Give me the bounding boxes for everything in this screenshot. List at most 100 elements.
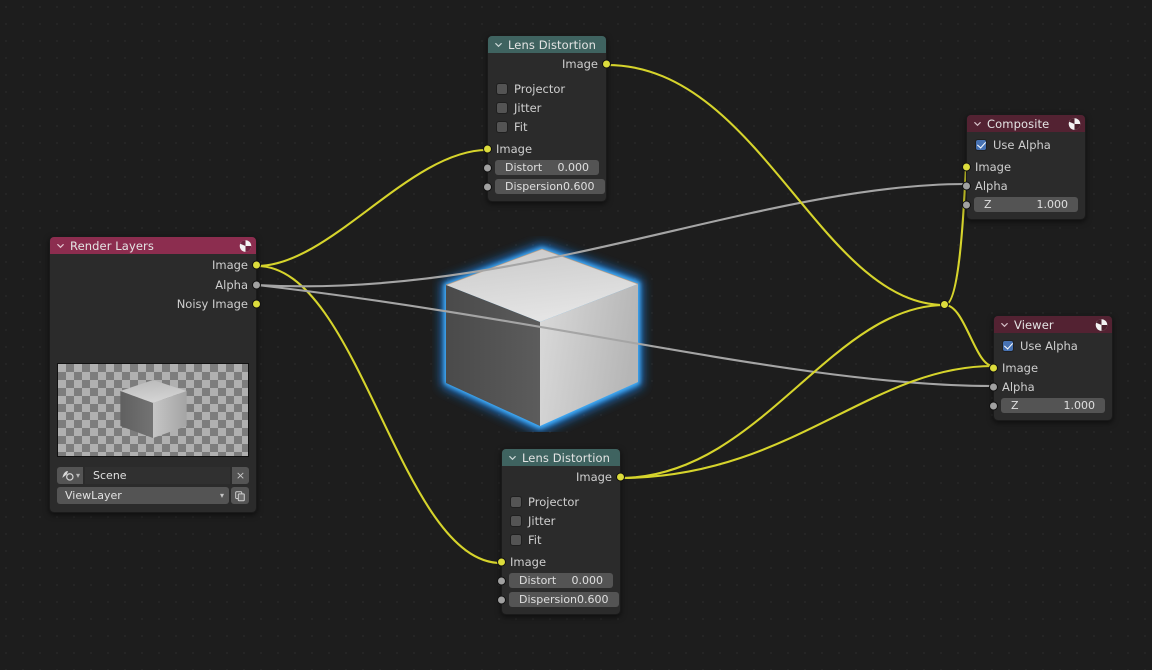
- output-label: Image: [211, 257, 248, 272]
- socket-in-dispersion[interactable]: [483, 182, 492, 191]
- socket-in-alpha[interactable]: [962, 181, 971, 190]
- slider-distort[interactable]: Distort 0.000: [495, 160, 599, 175]
- scene-icon: [62, 471, 74, 481]
- socket-out-image[interactable]: [252, 260, 261, 269]
- link-lens-top-to-reroute: [606, 63, 946, 307]
- field-row-z[interactable]: Z 1.000: [962, 195, 1085, 214]
- link-lens-bottom-to-reroute: [619, 303, 946, 480]
- new-viewlayer-button[interactable]: [231, 487, 249, 504]
- chevron-down-icon[interactable]: ▾: [76, 471, 80, 480]
- socket-in-dispersion[interactable]: [497, 595, 506, 604]
- field-row-z[interactable]: Z 1.000: [989, 396, 1112, 415]
- socket-out-image[interactable]: [602, 59, 611, 68]
- compositing-icon: [239, 239, 252, 252]
- field-value: 0.600: [563, 180, 595, 193]
- socket-in-z[interactable]: [989, 401, 998, 410]
- node-viewer[interactable]: Viewer Use Alpha Image Alpha Z 1.000: [989, 315, 1113, 421]
- output-socket-row-image[interactable]: Image: [50, 254, 261, 275]
- checkbox-row-fit[interactable]: Fit: [488, 117, 606, 136]
- output-label: Noisy Image: [176, 296, 248, 311]
- input-socket-row-image[interactable]: Image: [962, 157, 1085, 176]
- checkbox-use-alpha[interactable]: [975, 138, 987, 151]
- input-socket-row-image[interactable]: Image: [989, 358, 1112, 377]
- checkbox-jitter[interactable]: [510, 514, 522, 527]
- output-socket-row-image[interactable]: Image: [502, 466, 625, 487]
- output-socket-row-alpha[interactable]: Alpha: [50, 275, 261, 294]
- clear-scene-button[interactable]: ×: [232, 467, 249, 484]
- scene-selector-row[interactable]: ▾ Scene ×: [57, 467, 249, 484]
- field-row-distort[interactable]: Distort 0.000: [497, 571, 620, 590]
- socket-in-image[interactable]: [962, 162, 971, 171]
- slider-dispersion[interactable]: Dispersion 0.600: [509, 592, 619, 607]
- viewlayer-selector-row[interactable]: ViewLayer ▾: [57, 487, 249, 504]
- node-lens-distortion-top[interactable]: Lens Distortion Image Projector Jitter F…: [483, 35, 611, 202]
- viewlayer-dropdown[interactable]: ViewLayer ▾: [57, 487, 229, 504]
- chevron-down-icon[interactable]: ▾: [220, 491, 224, 500]
- socket-out-noisy-image[interactable]: [252, 299, 261, 308]
- field-row-dispersion[interactable]: Dispersion 0.600: [497, 590, 620, 609]
- node-header[interactable]: Lens Distortion: [488, 36, 606, 53]
- output-label: Alpha: [215, 277, 248, 292]
- socket-in-distort[interactable]: [483, 163, 492, 172]
- checkbox-row-use-alpha[interactable]: Use Alpha: [967, 135, 1085, 154]
- socket-in-distort[interactable]: [497, 576, 506, 585]
- output-label: Image: [561, 56, 598, 71]
- scene-selector-area[interactable]: ▾ Scene × ViewLayer ▾: [50, 463, 256, 508]
- checkbox-row-fit[interactable]: Fit: [502, 530, 620, 549]
- checkbox-row-use-alpha[interactable]: Use Alpha: [994, 336, 1112, 355]
- slider-z[interactable]: Z 1.000: [974, 197, 1078, 212]
- socket-in-image[interactable]: [989, 363, 998, 372]
- slider-z[interactable]: Z 1.000: [1001, 398, 1105, 413]
- scene-name-field[interactable]: Scene: [85, 467, 230, 484]
- chevron-down-icon[interactable]: [972, 118, 983, 129]
- checkbox-row-projector[interactable]: Projector: [488, 79, 606, 98]
- field-row-distort[interactable]: Distort 0.000: [483, 158, 606, 177]
- socket-in-image[interactable]: [483, 144, 492, 153]
- socket-out-image[interactable]: [616, 472, 625, 481]
- chevron-down-icon[interactable]: [493, 39, 504, 50]
- node-body: Image Alpha Noisy Image ▾ Scene × ViewLa…: [50, 254, 261, 512]
- checkbox-row-jitter[interactable]: Jitter: [502, 511, 620, 530]
- output-socket-row-noisy-image[interactable]: Noisy Image: [50, 294, 261, 313]
- checkbox-label: Projector: [528, 494, 580, 509]
- socket-in-z[interactable]: [962, 200, 971, 209]
- render-preview-thumbnail: [57, 363, 249, 457]
- input-label: Alpha: [975, 178, 1008, 193]
- checkbox-projector[interactable]: [496, 82, 508, 95]
- node-render-layers[interactable]: Render Layers Image Alpha Noisy Image ▾ …: [49, 236, 261, 513]
- input-socket-row-image[interactable]: Image: [483, 139, 606, 158]
- checkbox-fit[interactable]: [496, 120, 508, 133]
- checkbox-row-jitter[interactable]: Jitter: [488, 98, 606, 117]
- slider-dispersion[interactable]: Dispersion 0.600: [495, 179, 605, 194]
- checkbox-projector[interactable]: [510, 495, 522, 508]
- chevron-down-icon[interactable]: [999, 319, 1010, 330]
- slider-distort[interactable]: Distort 0.000: [509, 573, 613, 588]
- input-socket-row-alpha[interactable]: Alpha: [989, 377, 1112, 396]
- input-socket-row-image[interactable]: Image: [497, 552, 620, 571]
- node-header[interactable]: Lens Distortion: [502, 449, 620, 466]
- checkbox-use-alpha[interactable]: [1002, 339, 1014, 352]
- node-header[interactable]: Composite: [967, 115, 1085, 132]
- checkbox-row-projector[interactable]: Projector: [502, 492, 620, 511]
- node-header[interactable]: Render Layers: [50, 237, 256, 254]
- node-body: Image Projector Jitter Fit Image Distort…: [483, 53, 611, 201]
- node-composite[interactable]: Composite Use Alpha Image Alpha Z 1.000: [962, 114, 1086, 220]
- socket-out-alpha[interactable]: [252, 280, 261, 289]
- field-value: 1.000: [1063, 399, 1096, 412]
- node-lens-distortion-bottom[interactable]: Lens Distortion Image Projector Jitter F…: [497, 448, 625, 615]
- output-socket-row-image[interactable]: Image: [488, 53, 611, 74]
- chevron-down-icon[interactable]: [507, 452, 518, 463]
- link-renderlayers-alpha-to-composite-alpha: [256, 182, 967, 288]
- compositor-node-editor[interactable]: Lens Distortion Image Projector Jitter F…: [0, 0, 1152, 670]
- node-header[interactable]: Viewer: [994, 316, 1112, 333]
- socket-in-alpha[interactable]: [989, 382, 998, 391]
- input-socket-row-alpha[interactable]: Alpha: [962, 176, 1085, 195]
- compositing-icon: [1068, 117, 1081, 130]
- reroute-node[interactable]: [940, 300, 949, 309]
- chevron-down-icon[interactable]: [55, 240, 66, 251]
- scene-id-button[interactable]: ▾: [57, 467, 84, 484]
- socket-in-image[interactable]: [497, 557, 506, 566]
- field-row-dispersion[interactable]: Dispersion 0.600: [483, 177, 606, 196]
- checkbox-jitter[interactable]: [496, 101, 508, 114]
- checkbox-fit[interactable]: [510, 533, 522, 546]
